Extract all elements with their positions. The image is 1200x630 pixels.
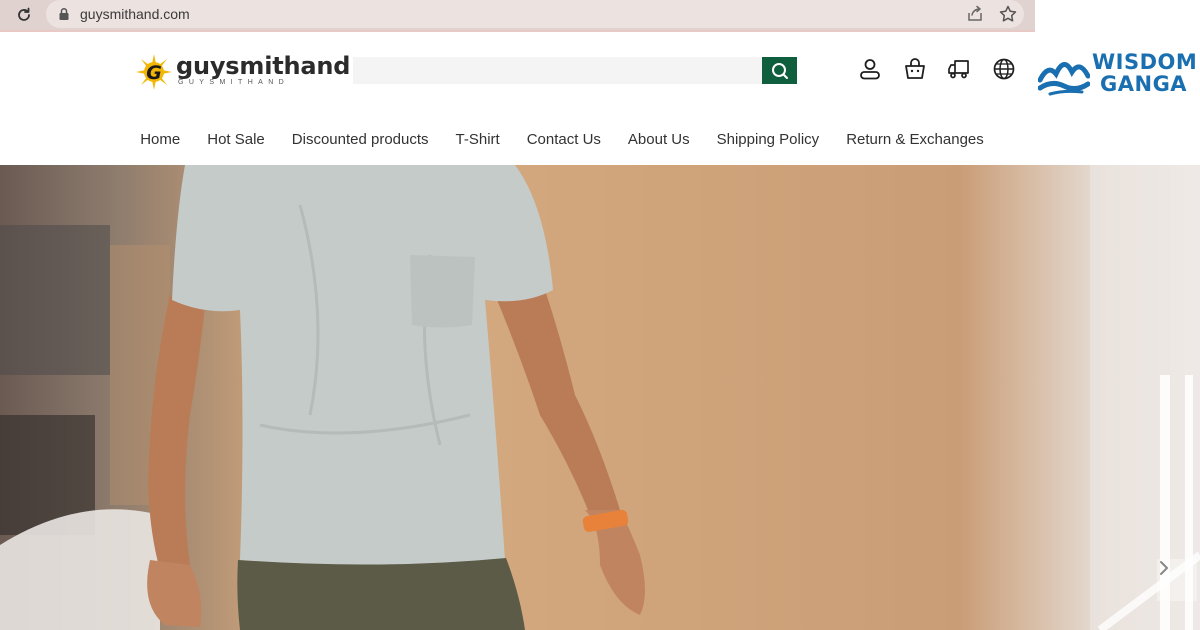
site-logo[interactable]: G guysmithand GUYSMITHAND: [136, 52, 350, 92]
search-button[interactable]: [762, 57, 797, 84]
truck-icon[interactable]: [947, 57, 971, 81]
cart-icon[interactable]: [903, 57, 927, 81]
address-bar[interactable]: guysmithand.com: [46, 0, 1024, 28]
watermark-logo: WISDOM GANGA: [1038, 48, 1198, 100]
nav-item-t-shirt[interactable]: T-Shirt: [456, 126, 500, 156]
share-icon[interactable]: [966, 5, 984, 23]
chevron-right-icon: [1160, 561, 1168, 575]
reload-button[interactable]: [13, 4, 35, 26]
browser-toolbar: guysmithand.com: [0, 0, 1035, 30]
watermark-line2: GANGA: [1100, 72, 1188, 96]
account-icon[interactable]: [858, 57, 882, 81]
hero-banner[interactable]: [0, 165, 1200, 630]
hero-image: [0, 165, 1200, 630]
nav-item-about-us[interactable]: About Us: [628, 126, 690, 156]
bookmark-star-icon[interactable]: [998, 4, 1018, 24]
nav-item-contact-us[interactable]: Contact Us: [527, 126, 601, 156]
nav-item-shipping-policy[interactable]: Shipping Policy: [717, 126, 820, 156]
logo-text: guysmithand: [176, 52, 351, 80]
browser-divider: [0, 30, 1035, 32]
wave-logo-icon: [1038, 62, 1090, 96]
globe-icon[interactable]: [992, 57, 1016, 81]
nav-item-home[interactable]: Home: [140, 126, 180, 156]
svg-text:G: G: [146, 62, 162, 84]
nav-item-discounted-products[interactable]: Discounted products: [292, 126, 429, 156]
reload-icon: [18, 7, 30, 21]
url-text: guysmithand.com: [80, 6, 190, 22]
main-navigation: Home Hot Sale Discounted products T-Shir…: [0, 126, 1200, 156]
logo-sun-icon: G: [136, 54, 172, 90]
slider-next-button[interactable]: [1157, 559, 1197, 601]
logo-subtext: GUYSMITHAND: [178, 79, 290, 86]
search-icon: [771, 62, 788, 79]
lock-icon: [59, 7, 69, 20]
nav-item-hot-sale[interactable]: Hot Sale: [207, 126, 265, 156]
watermark-line1: WISDOM: [1092, 50, 1198, 74]
search-input[interactable]: [353, 57, 763, 84]
nav-item-return-exchanges[interactable]: Return & Exchanges: [846, 126, 984, 156]
